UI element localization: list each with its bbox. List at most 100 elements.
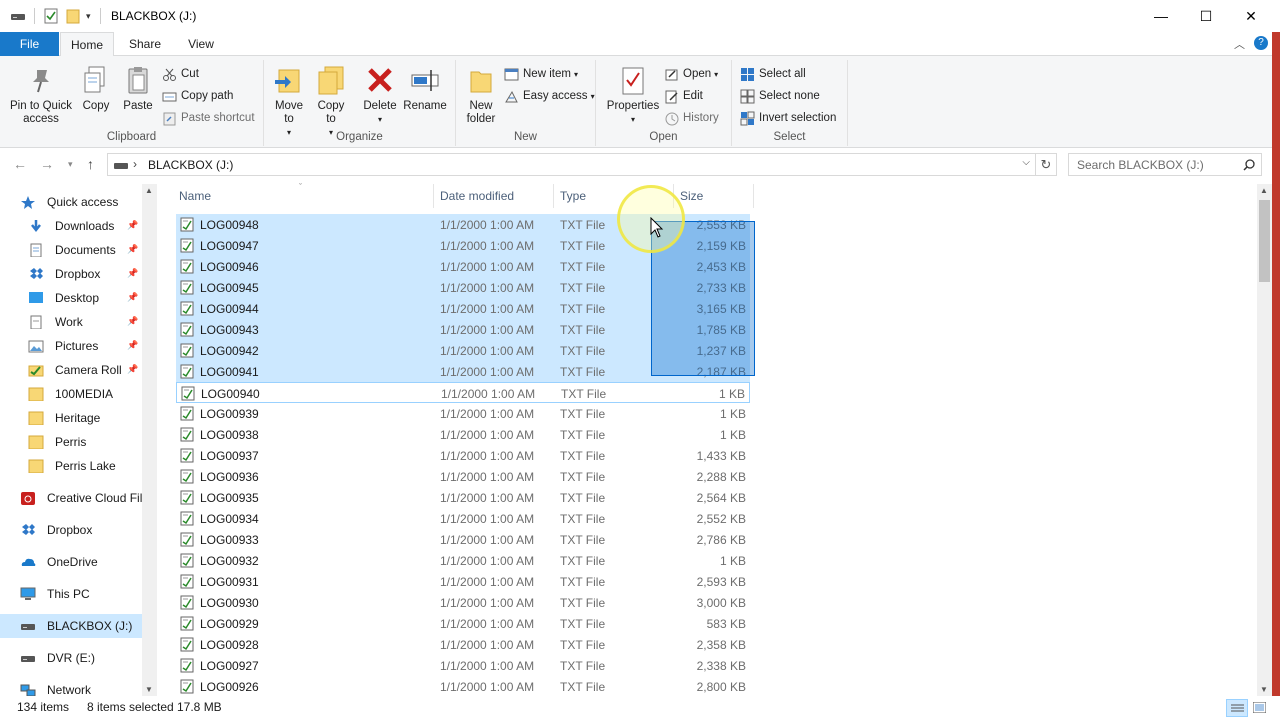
move-to-button[interactable]: Move to ▾: [270, 64, 308, 139]
file-row[interactable]: LOG00931 1/1/2000 1:00 AM TXT File 2,593 KB: [176, 571, 750, 592]
scroll-down-icon[interactable]: ▼: [1260, 685, 1268, 694]
breadcrumb-current[interactable]: BLACKBOX (J:): [148, 158, 233, 172]
file-row[interactable]: LOG00927 1/1/2000 1:00 AM TXT File 2,338 KB: [176, 655, 750, 676]
file-row[interactable]: LOG00930 1/1/2000 1:00 AM TXT File 3,000 KB: [176, 592, 750, 613]
properties-button[interactable]: Properties ▾: [604, 64, 662, 126]
collapse-ribbon-icon[interactable]: ︿: [1234, 36, 1245, 52]
tab-share[interactable]: Share: [122, 32, 168, 56]
easy-access-button[interactable]: Easy access ▾: [504, 86, 595, 106]
nav-item-dropbox[interactable]: Dropbox 📌: [0, 262, 142, 286]
select-all-button[interactable]: Select all: [740, 64, 806, 84]
help-icon[interactable]: ?: [1254, 36, 1268, 50]
nav-item-work[interactable]: Work 📌: [0, 310, 142, 334]
new-folder-button[interactable]: New folder: [460, 64, 502, 126]
refresh-button[interactable]: ↻: [1036, 153, 1057, 176]
maximize-button[interactable]: ☐: [1183, 0, 1229, 32]
nav-item-downloads[interactable]: Downloads 📌: [0, 214, 142, 238]
column-divider[interactable]: [553, 184, 554, 208]
copy-button[interactable]: Copy: [76, 64, 116, 113]
copy-to-button[interactable]: Copy to ▾: [312, 64, 350, 139]
up-icon[interactable]: ↑: [87, 156, 94, 172]
file-type: TXT File: [560, 638, 606, 652]
properties-quick-icon[interactable]: [44, 8, 58, 24]
column-header-type[interactable]: Type: [560, 189, 586, 203]
nav-item-this-pc[interactable]: This PC: [0, 582, 142, 606]
invert-selection-button[interactable]: Invert selection: [740, 108, 836, 128]
folder-icon: [28, 435, 44, 450]
file-row[interactable]: LOG00934 1/1/2000 1:00 AM TXT File 2,552 KB: [176, 508, 750, 529]
scroll-up-icon[interactable]: ▲: [1260, 186, 1268, 195]
delete-button[interactable]: Delete ▾: [360, 64, 400, 126]
back-icon[interactable]: ←: [13, 156, 27, 172]
scroll-up-icon[interactable]: ▲: [145, 186, 153, 195]
details-view-button[interactable]: [1226, 699, 1248, 717]
nav-item-heritage[interactable]: Heritage: [0, 406, 142, 430]
nav-item-creative-cloud-fil[interactable]: Creative Cloud Fil: [0, 486, 142, 510]
forward-icon[interactable]: →: [40, 156, 54, 172]
scrollbar-thumb[interactable]: [1259, 200, 1270, 282]
close-button[interactable]: ✕: [1228, 0, 1274, 32]
recent-locations-icon[interactable]: ▾: [68, 159, 73, 170]
new-group: New folder New item ▾ Easy access ▾ New: [456, 60, 596, 146]
tab-view[interactable]: View: [180, 32, 222, 56]
nav-item-camera-roll[interactable]: Camera Roll 📌: [0, 358, 142, 382]
file-row[interactable]: LOG00940 1/1/2000 1:00 AM TXT File 1 KB: [176, 382, 750, 403]
file-row[interactable]: LOG00936 1/1/2000 1:00 AM TXT File 2,288 KB: [176, 466, 750, 487]
nav-item-perris-lake[interactable]: Perris Lake: [0, 454, 142, 478]
nav-item-quick-access[interactable]: Quick access: [0, 190, 142, 214]
history-button[interactable]: History: [664, 108, 719, 128]
copy-path-button[interactable]: Copy path: [162, 86, 233, 106]
file-list-scrollbar[interactable]: ▲ ▼: [1257, 184, 1272, 696]
file-type: TXT File: [560, 260, 606, 274]
file-row[interactable]: LOG00928 1/1/2000 1:00 AM TXT File 2,358 KB: [176, 634, 750, 655]
tab-home[interactable]: Home: [60, 32, 114, 57]
cut-button[interactable]: Cut: [162, 64, 199, 84]
scroll-down-icon[interactable]: ▼: [145, 685, 153, 694]
file-row[interactable]: LOG00929 1/1/2000 1:00 AM TXT File 583 KB: [176, 613, 750, 634]
column-divider[interactable]: [433, 184, 434, 208]
column-header-date[interactable]: Date modified: [440, 189, 514, 203]
large-icons-view-button[interactable]: [1251, 699, 1269, 717]
text-file-icon: [180, 259, 194, 274]
file-row[interactable]: LOG00935 1/1/2000 1:00 AM TXT File 2,564 KB: [176, 487, 750, 508]
edit-button[interactable]: Edit: [664, 86, 703, 106]
open-button[interactable]: Open ▾: [664, 64, 718, 84]
file-type: TXT File: [560, 512, 606, 526]
customize-quick-access-icon[interactable]: ▾: [86, 8, 91, 24]
pin-quick-access-button[interactable]: Pin to Quick access: [6, 64, 76, 126]
column-header-size[interactable]: Size: [680, 189, 703, 203]
nav-item-blackbox-j[interactable]: BLACKBOX (J:): [0, 614, 142, 638]
file-row[interactable]: LOG00933 1/1/2000 1:00 AM TXT File 2,786 KB: [176, 529, 750, 550]
tab-file[interactable]: File: [0, 32, 59, 56]
nav-item-pictures[interactable]: Pictures 📌: [0, 334, 142, 358]
minimize-button[interactable]: —: [1138, 0, 1184, 32]
file-row[interactable]: LOG00937 1/1/2000 1:00 AM TXT File 1,433 KB: [176, 445, 750, 466]
nav-item-100media[interactable]: 100MEDIA: [0, 382, 142, 406]
paste-button[interactable]: Paste: [118, 64, 158, 113]
file-row[interactable]: LOG00939 1/1/2000 1:00 AM TXT File 1 KB: [176, 403, 750, 424]
column-header-name[interactable]: Name: [179, 189, 211, 203]
search-input[interactable]: Search BLACKBOX (J:): [1068, 153, 1262, 176]
nav-item-perris[interactable]: Perris: [0, 430, 142, 454]
new-item-button[interactable]: New item ▾: [504, 64, 578, 84]
address-bar[interactable]: › BLACKBOX (J:) ⌵: [107, 153, 1036, 176]
file-row[interactable]: LOG00932 1/1/2000 1:00 AM TXT File 1 KB: [176, 550, 750, 571]
rename-button[interactable]: Rename: [402, 64, 448, 113]
nav-item-documents[interactable]: Documents 📌: [0, 238, 142, 262]
nav-item-onedrive[interactable]: OneDrive: [0, 550, 142, 574]
select-all-label: Select all: [759, 68, 806, 80]
select-none-button[interactable]: Select none: [740, 86, 820, 106]
nav-item-network[interactable]: Network: [0, 678, 142, 696]
column-divider[interactable]: [753, 184, 754, 208]
nav-item-dvr-e[interactable]: DVR (E:): [0, 646, 142, 670]
nav-item-desktop[interactable]: Desktop 📌: [0, 286, 142, 310]
file-row[interactable]: LOG00938 1/1/2000 1:00 AM TXT File 1 KB: [176, 424, 750, 445]
file-date: 1/1/2000 1:00 AM: [440, 428, 535, 442]
nav-item-dropbox[interactable]: Dropbox: [0, 518, 142, 542]
paste-shortcut-button[interactable]: Paste shortcut: [162, 108, 255, 128]
address-dropdown-icon[interactable]: ⌵: [1022, 157, 1030, 168]
text-file-icon: [180, 343, 194, 358]
new-folder-quick-icon[interactable]: [66, 8, 80, 24]
navigation-scrollbar[interactable]: ▲ ▼: [142, 184, 157, 696]
file-row[interactable]: LOG00926 1/1/2000 1:00 AM TXT File 2,800 KB: [176, 676, 750, 697]
